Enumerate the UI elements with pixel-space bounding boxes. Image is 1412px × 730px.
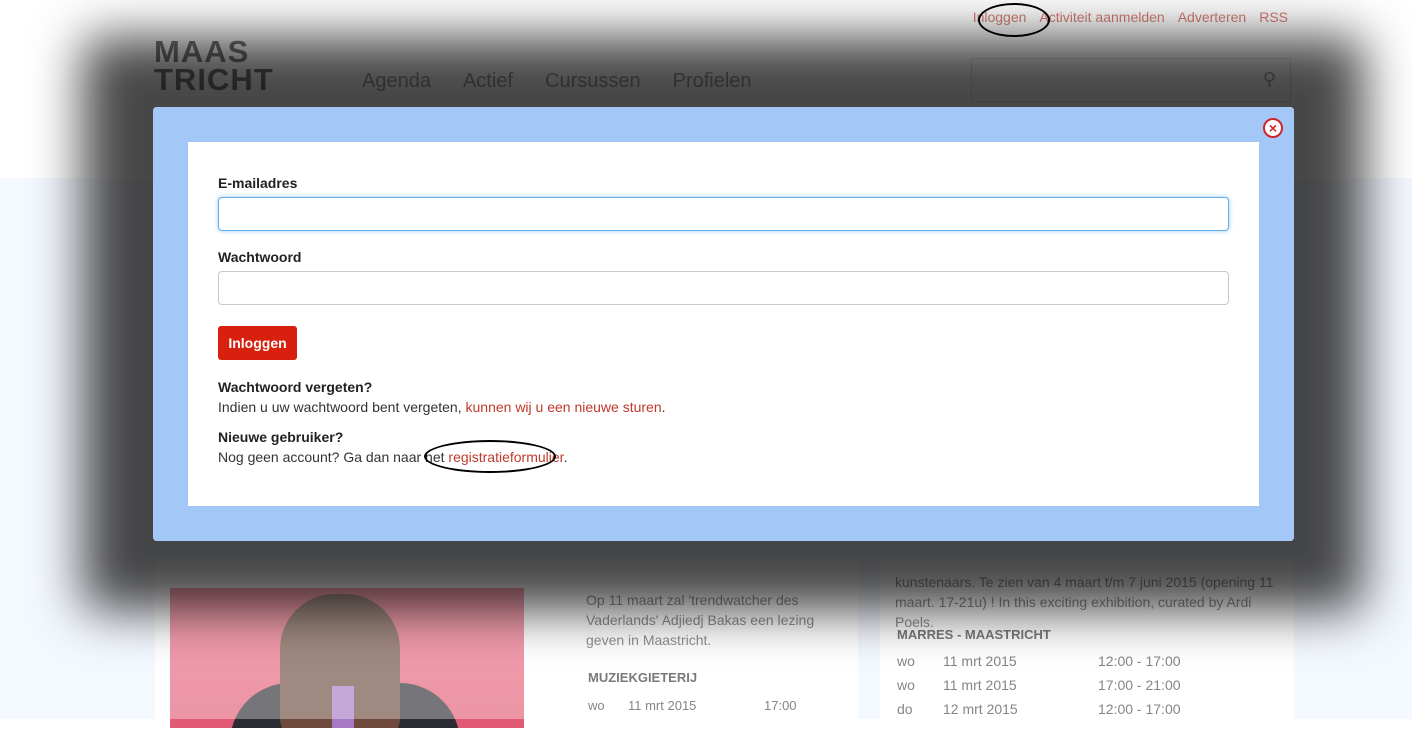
sentence-end: . bbox=[563, 449, 568, 465]
password-label: Wachtwoord bbox=[218, 249, 302, 265]
forgot-password-title: Wachtwoord vergeten? bbox=[218, 379, 373, 395]
new-user-sentence: Nog geen account? Ga dan naar het bbox=[218, 449, 449, 465]
reset-password-link[interactable]: kunnen wij u een nieuwe sturen bbox=[466, 399, 662, 415]
annotation-ellipse-registration bbox=[424, 440, 556, 473]
forgot-password-sentence: Indien u uw wachtwoord bent vergeten, bbox=[218, 399, 466, 415]
password-field[interactable] bbox=[218, 271, 1229, 305]
close-icon[interactable]: × bbox=[1263, 118, 1283, 138]
forgot-password-text: Indien u uw wachtwoord bent vergeten, ku… bbox=[218, 399, 666, 415]
sentence-end: . bbox=[661, 399, 666, 415]
email-field[interactable] bbox=[218, 197, 1229, 231]
annotation-ellipse-login bbox=[978, 3, 1050, 37]
email-label: E-mailadres bbox=[218, 175, 298, 191]
new-user-title: Nieuwe gebruiker? bbox=[218, 429, 344, 445]
login-button[interactable]: Inloggen bbox=[218, 326, 297, 360]
